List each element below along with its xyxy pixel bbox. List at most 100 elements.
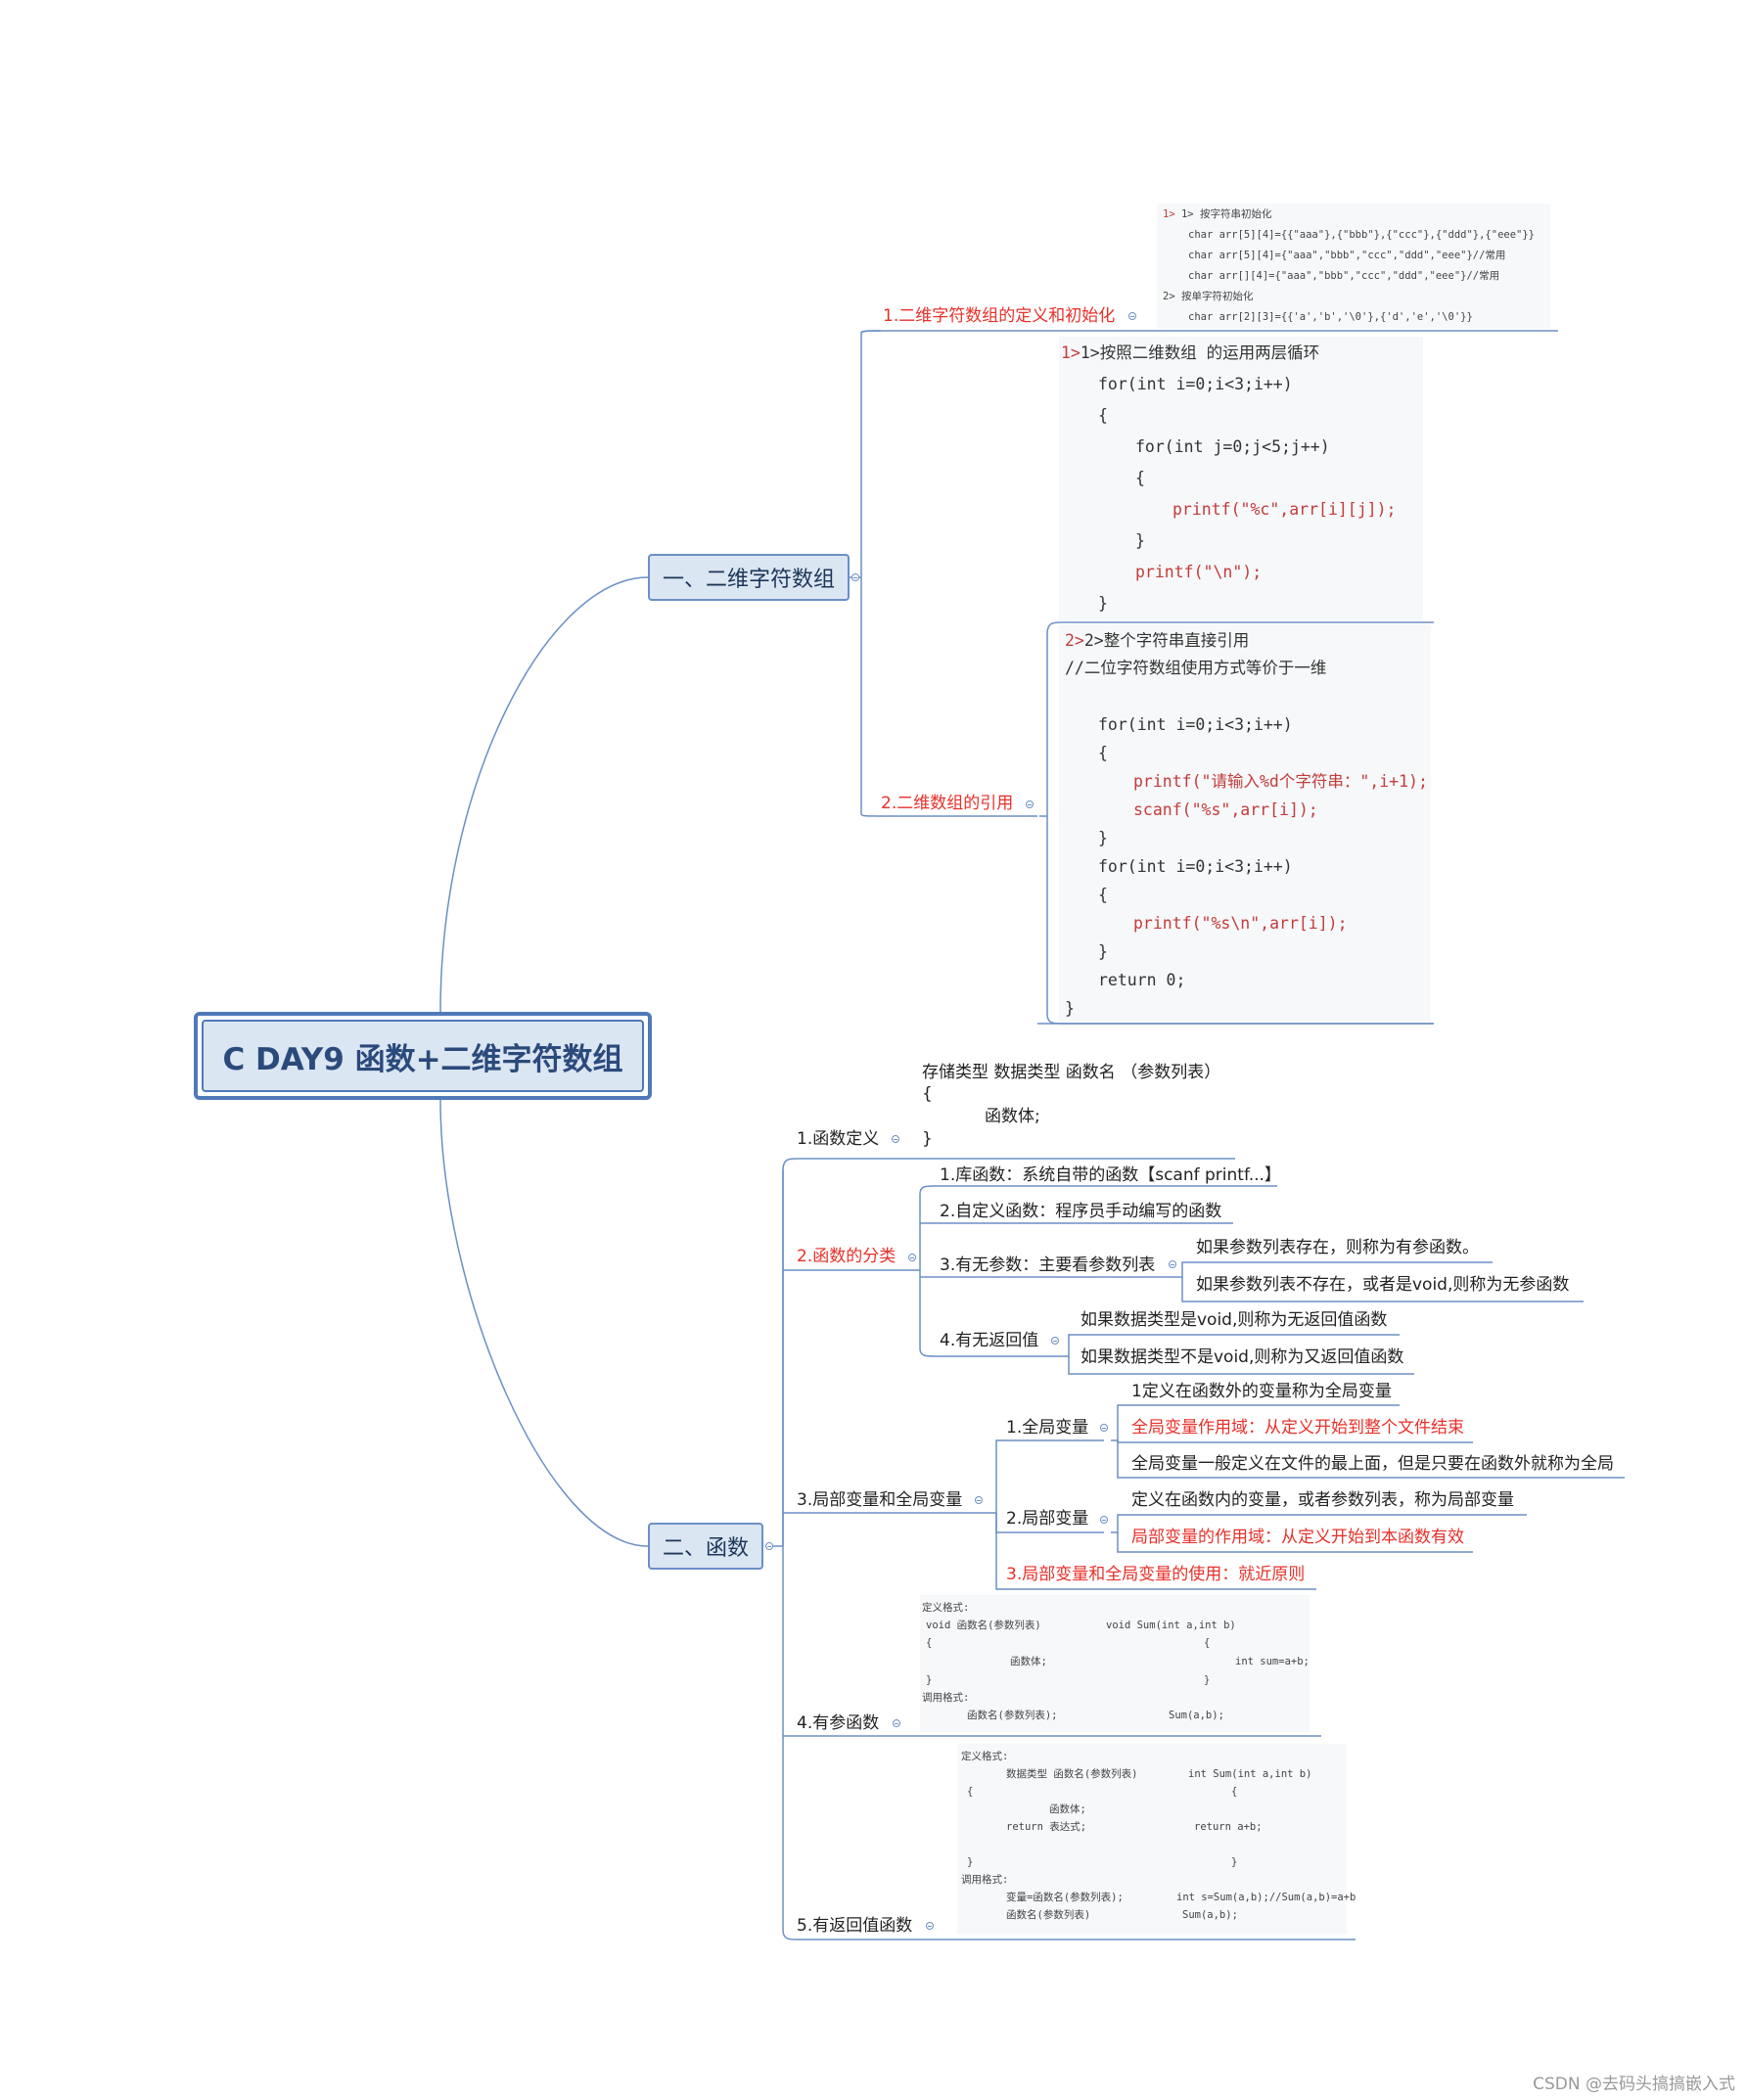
code-line: } xyxy=(967,1856,974,1868)
code-line: 调用格式: xyxy=(961,1874,1009,1886)
code-line: char arr[][4]={"aaa","bbb","ccc","ddd","… xyxy=(1188,270,1500,282)
code-line: Sum(a,b); xyxy=(1169,1710,1224,1721)
code-line: for(int i=0;i<3;i++) xyxy=(1098,715,1293,734)
root-topic[interactable]: C DAY9 函数+二维字符数组 xyxy=(194,1012,652,1100)
classification-item: 2.自定义函数：程序员手动编写的函数 xyxy=(940,1202,1222,1221)
code-line: { xyxy=(1231,1786,1238,1798)
params-item: 如果参数列表存在，则称为有参函数。 xyxy=(1196,1238,1479,1257)
code-line: printf("\n"); xyxy=(1135,563,1263,581)
code-line: { xyxy=(1098,886,1108,904)
topic-returns[interactable]: 4.有无返回值 xyxy=(940,1330,1038,1351)
code-line: return 表达式; xyxy=(1006,1821,1087,1833)
code-line: printf("%c",arr[i][j]); xyxy=(1172,500,1397,519)
topic-variable-scope[interactable]: 3.局部变量和全局变量 xyxy=(797,1489,962,1511)
code-image-string-ref: 2>2>整个字符串直接引用 //二位字符数组使用方式等价于一维 for(int … xyxy=(1059,624,1431,1022)
code-line: } xyxy=(1098,829,1108,847)
code-line: } xyxy=(1204,1674,1211,1686)
collapse-icon[interactable] xyxy=(851,573,859,581)
topic-scope-rule[interactable]: 3.局部变量和全局变量的使用：就近原则 xyxy=(1006,1564,1305,1585)
topic-2d-array-reference[interactable]: 2.二维数组的引用 xyxy=(881,793,1013,814)
code-line: char arr[2][3]={{'a','b','\0'},{'d','e',… xyxy=(1188,311,1473,323)
code-image-param-function: 定义格式: void 函数名(参数列表) { 函数体; } 调用格式: 函数名(… xyxy=(920,1595,1310,1732)
global-item: 1定义在函数外的变量称为全局变量 xyxy=(1131,1382,1392,1401)
code-line: int sum=a+b; xyxy=(1235,1656,1310,1667)
code-line: for(int i=0;i<3;i++) xyxy=(1098,375,1293,393)
topic-params[interactable]: 3.有无参数：主要看参数列表 xyxy=(940,1255,1155,1276)
code-line: 数据类型 函数名(参数列表) xyxy=(1006,1768,1138,1780)
collapse-icon[interactable] xyxy=(892,1135,899,1143)
branch-2d-char-array[interactable]: 一、二维字符数组 xyxy=(648,554,850,601)
code-line: return 0; xyxy=(1098,971,1186,989)
code-line: 定义格式: xyxy=(922,1602,970,1614)
code-line: int Sum(int a,int b) xyxy=(1188,1768,1312,1780)
code-line: void Sum(int a,int b) xyxy=(1106,1620,1236,1631)
code-line: return a+b; xyxy=(1194,1821,1263,1833)
code-line: Sum(a,b); xyxy=(1182,1909,1238,1921)
watermark: CSDN @去码头搞搞嵌入式 xyxy=(1533,2075,1735,2094)
global-item: 全局变量作用域：从定义开始到整个文件结束 xyxy=(1131,1418,1464,1438)
collapse-icon[interactable] xyxy=(1051,1337,1059,1345)
code-line: } xyxy=(926,1674,933,1686)
code-line: 定义格式: xyxy=(961,1751,1009,1762)
topic-function-definition[interactable]: 1.函数定义 xyxy=(797,1128,879,1150)
code-line: { xyxy=(1135,469,1145,487)
code-line: 函数体; xyxy=(1049,1803,1086,1815)
collapse-icon[interactable] xyxy=(765,1542,773,1550)
collapse-icon[interactable] xyxy=(893,1719,900,1727)
code-line: } xyxy=(1135,531,1145,550)
returns-item: 如果数据类型是void,则称为无返回值函数 xyxy=(1080,1310,1388,1330)
params-item: 如果参数列表不存在，或者是void,则称为无参函数 xyxy=(1196,1275,1570,1295)
code-line: char arr[5][4]={"aaa","bbb","ccc","ddd",… xyxy=(1188,250,1506,261)
code-line: { xyxy=(1098,744,1108,762)
root-topic-label: C DAY9 函数+二维字符数组 xyxy=(202,1020,644,1092)
topic-param-function[interactable]: 4.有参函数 xyxy=(797,1712,879,1734)
collapse-icon[interactable] xyxy=(1100,1424,1108,1432)
code-line: { xyxy=(1098,406,1108,425)
code-line: } xyxy=(1065,999,1075,1018)
definition-line: } xyxy=(922,1129,933,1149)
definition-line: 函数体; xyxy=(985,1107,1040,1126)
collapse-icon[interactable] xyxy=(1128,312,1136,320)
returns-item: 如果数据类型不是void,则称为又返回值函数 xyxy=(1080,1347,1404,1367)
code-line: 函数名(参数列表); xyxy=(967,1710,1058,1721)
collapse-icon[interactable] xyxy=(1169,1260,1176,1268)
code-line: int s=Sum(a,b);//Sum(a,b)=a+b xyxy=(1176,1892,1356,1903)
topic-function-classification[interactable]: 2.函数的分类 xyxy=(797,1246,896,1267)
global-item: 全局变量一般定义在文件的最上面，但是只要在函数外就称为全局 xyxy=(1131,1454,1614,1474)
collapse-icon[interactable] xyxy=(926,1922,934,1930)
code-line: for(int j=0;j<5;j++) xyxy=(1135,437,1330,456)
code-line: 函数体; xyxy=(1010,1656,1047,1667)
code-line: } xyxy=(1098,594,1108,613)
collapse-icon[interactable] xyxy=(1026,800,1034,808)
collapse-icon[interactable] xyxy=(975,1496,983,1504)
code-comment: //二位字符数组使用方式等价于一维 xyxy=(1065,659,1327,677)
code-image-return-function: 定义格式: 数据类型 函数名(参数列表) { 函数体; return 表达式; … xyxy=(957,1744,1356,1934)
definition-line: { xyxy=(922,1084,933,1104)
code-line: 函数名(参数列表) xyxy=(1006,1909,1091,1921)
code-line: { xyxy=(967,1786,974,1798)
topic-return-function[interactable]: 5.有返回值函数 xyxy=(797,1915,912,1937)
code-line: 2> 按单字符初始化 xyxy=(1163,291,1254,302)
code-line: } xyxy=(1098,942,1108,961)
local-item: 局部变量的作用域：从定义开始到本函数有效 xyxy=(1131,1528,1464,1547)
local-item: 定义在函数内的变量，或者参数列表，称为局部变量 xyxy=(1131,1490,1514,1510)
code-line: void 函数名(参数列表) xyxy=(926,1620,1041,1631)
definition-line: 存储类型 数据类型 函数名 （参数列表） xyxy=(922,1063,1221,1082)
code-line: printf("请输入%d个字符串：",i+1); xyxy=(1133,772,1428,791)
code-image-loop: 1>1>按照二维数组 的运用两层循环 for(int i=0;i<3;i++) … xyxy=(1059,337,1423,620)
collapse-icon[interactable] xyxy=(1100,1516,1108,1524)
code-line: 调用格式: xyxy=(922,1692,970,1704)
code-line: for(int i=0;i<3;i++) xyxy=(1098,857,1293,876)
branch-functions-label: 二、函数 xyxy=(662,1536,749,1561)
collapse-icon[interactable] xyxy=(908,1254,916,1261)
code-image-init: 1> 1> 按字符串初始化 char arr[5][4]={{"aaa"},{"… xyxy=(1157,204,1550,329)
topic-local-variable[interactable]: 2.局部变量 xyxy=(1006,1508,1088,1529)
topic-global-variable[interactable]: 1.全局变量 xyxy=(1006,1417,1088,1438)
code-line: { xyxy=(926,1637,933,1649)
branch-functions[interactable]: 二、函数 xyxy=(648,1523,763,1570)
topic-2d-array-init[interactable]: 1.二维字符数组的定义和初始化 xyxy=(883,305,1115,327)
code-line: 变量=函数名(参数列表); xyxy=(1006,1892,1124,1903)
code-line: scanf("%s",arr[i]); xyxy=(1133,800,1318,819)
code-line: { xyxy=(1204,1637,1211,1649)
code-line: } xyxy=(1231,1856,1238,1868)
